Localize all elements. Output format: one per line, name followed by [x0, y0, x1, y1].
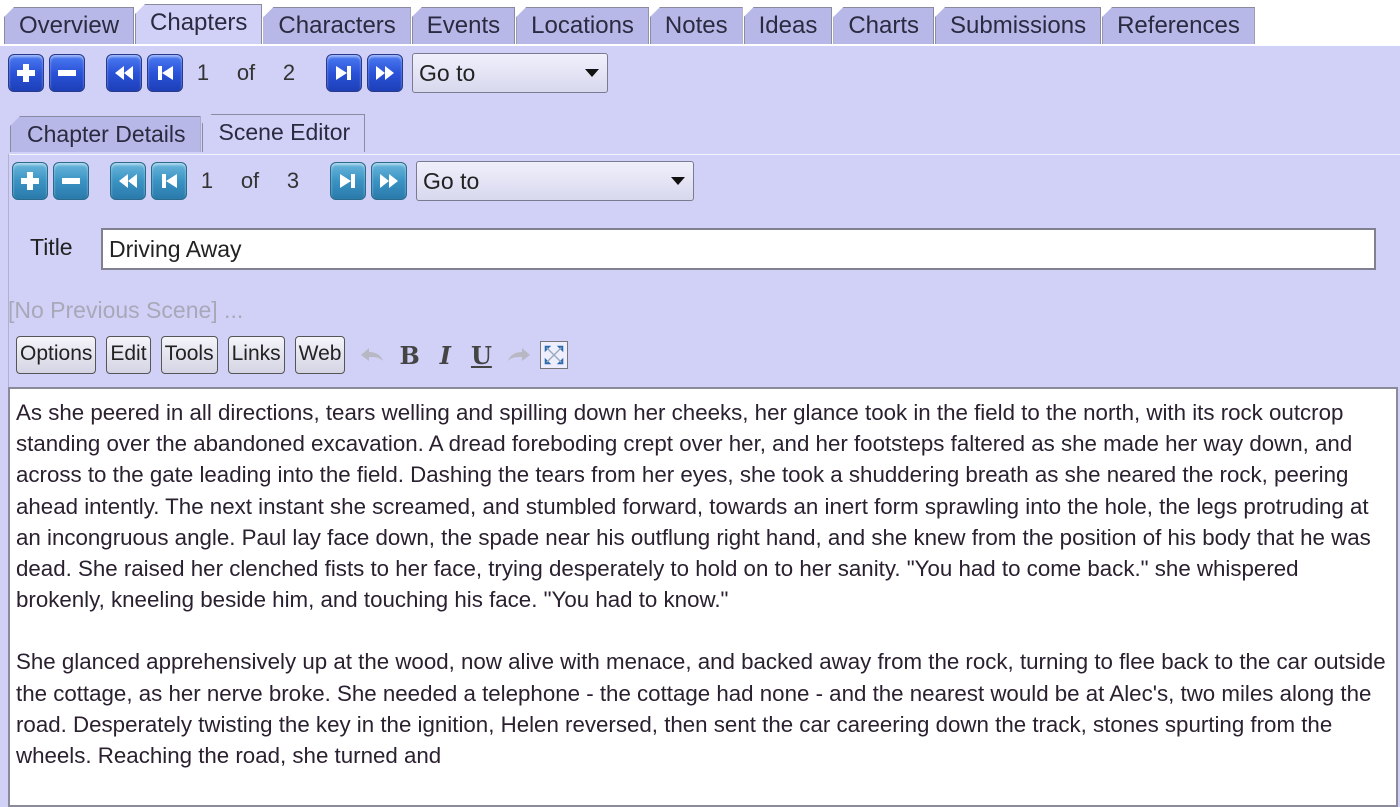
tab-chapter-details[interactable]: Chapter Details — [10, 116, 201, 152]
add-scene-button[interactable] — [12, 162, 48, 200]
links-menu-button[interactable]: Links — [227, 336, 285, 374]
last-scene-button[interactable] — [371, 162, 407, 200]
paragraph: She glanced apprehensively up at the woo… — [16, 649, 1386, 769]
edit-menu-button[interactable]: Edit — [106, 336, 151, 374]
tab-references[interactable]: References — [1102, 7, 1255, 44]
delete-chapter-button[interactable] — [49, 54, 85, 92]
plus-icon — [17, 64, 35, 82]
skip-back-icon — [162, 174, 177, 188]
minus-icon — [62, 178, 80, 184]
last-chapter-button[interactable] — [367, 54, 403, 92]
rewind-icon — [119, 174, 137, 188]
previous-chapter-button[interactable] — [147, 54, 183, 92]
fast-forward-icon — [376, 66, 394, 80]
paragraph: As she peered in all directions, tears w… — [16, 400, 1371, 613]
tab-locations[interactable]: Locations — [516, 7, 649, 44]
bold-button[interactable]: B — [399, 341, 419, 370]
scene-text-editor[interactable]: As she peered in all directions, tears w… — [8, 387, 1398, 807]
fullscreen-icon[interactable] — [539, 341, 568, 369]
title-label: Title — [30, 234, 73, 260]
previous-scene-link[interactable]: [No Previous Scene] ... — [8, 297, 243, 324]
scene-current: 1 — [200, 168, 214, 193]
underline-button[interactable]: U — [471, 341, 492, 370]
skip-back-icon — [158, 66, 173, 80]
tab-scene-editor[interactable]: Scene Editor — [201, 114, 366, 152]
skip-forward-icon — [336, 66, 351, 80]
minus-icon — [58, 70, 76, 76]
divider — [8, 154, 9, 394]
options-menu-button[interactable]: Options — [16, 336, 97, 374]
delete-scene-button[interactable] — [53, 162, 89, 200]
tab-notes[interactable]: Notes — [649, 7, 743, 44]
fast-forward-icon — [380, 174, 398, 188]
add-chapter-button[interactable] — [8, 54, 44, 92]
scene-title-input[interactable] — [101, 228, 1376, 270]
scene-goto-label: Go to — [423, 167, 480, 194]
tab-characters[interactable]: Characters — [263, 7, 411, 44]
next-scene-button[interactable] — [330, 162, 366, 200]
scene-goto-dropdown[interactable]: Go to — [416, 161, 694, 201]
scene-of-label: of — [240, 168, 260, 193]
tab-ideas[interactable]: Ideas — [743, 7, 833, 44]
undo-icon[interactable] — [359, 345, 385, 365]
tab-events[interactable]: Events — [411, 7, 516, 44]
rewind-icon — [115, 66, 133, 80]
tab-overview[interactable]: Overview — [4, 7, 135, 44]
editor-toolbar: Options Edit Tools Links Web B I U — [16, 336, 568, 374]
chapter-current: 1 — [196, 60, 210, 85]
chevron-down-icon — [671, 177, 685, 185]
chapter-navigator: 1 of 2 Go to — [8, 53, 608, 93]
next-chapter-button[interactable] — [326, 54, 362, 92]
scene-total: 3 — [286, 168, 300, 193]
chapter-of-label: of — [236, 60, 256, 85]
tab-submissions[interactable]: Submissions — [935, 7, 1102, 44]
tab-chapters[interactable]: Chapters — [135, 4, 263, 44]
scene-navigator: 1 of 3 Go to — [12, 161, 694, 201]
tab-charts[interactable]: Charts — [833, 7, 935, 44]
chapter-total: 2 — [282, 60, 296, 85]
redo-icon[interactable] — [506, 345, 532, 365]
italic-button[interactable]: I — [440, 341, 451, 370]
chapter-sub-tab-bar: Chapter Details Scene Editor — [10, 114, 366, 152]
first-scene-button[interactable] — [110, 162, 146, 200]
previous-scene-button[interactable] — [151, 162, 187, 200]
divider — [8, 154, 1400, 155]
tools-menu-button[interactable]: Tools — [160, 336, 218, 374]
chapter-goto-dropdown[interactable]: Go to — [412, 53, 608, 93]
chapter-goto-label: Go to — [419, 59, 476, 86]
plus-icon — [21, 172, 39, 190]
web-menu-button[interactable]: Web — [294, 336, 346, 374]
chevron-down-icon — [585, 69, 599, 77]
skip-forward-icon — [340, 174, 355, 188]
first-chapter-button[interactable] — [106, 54, 142, 92]
main-tab-bar: Overview Chapters Characters Events Loca… — [0, 0, 1400, 46]
